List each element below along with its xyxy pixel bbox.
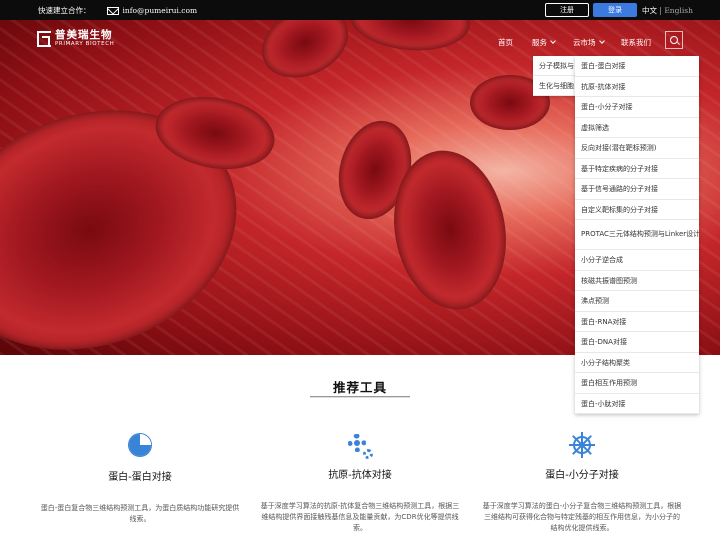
nav-contact[interactable]: 联系我们 bbox=[621, 37, 651, 48]
lang-cn-link[interactable]: 中文 bbox=[642, 6, 657, 15]
dropdown-item[interactable]: 抗原-抗体对接 bbox=[575, 77, 699, 97]
dropdown-item[interactable]: 基于信号通路的分子对接 bbox=[575, 179, 699, 200]
nav-services[interactable]: 服务 bbox=[532, 37, 556, 48]
tool-card-desc: 基于深度学习算法的蛋白-小分子复合物三维结构预测工具，根据三维结构可获得化合物与… bbox=[482, 502, 682, 532]
dropdown-item[interactable]: 蛋白-蛋白对接 bbox=[575, 56, 699, 77]
dropdown-item[interactable]: 基于特定疾病的分子对接 bbox=[575, 159, 699, 179]
tool-card[interactable]: 抗原-抗体对接 基于深度学习算法的抗原-抗体复合物三维结构预测工具，根据三维结构… bbox=[255, 432, 465, 534]
tool-card-desc: 蛋白-蛋白复合物三维结构预测工具，为蛋白质结构功能研究提供线索。 bbox=[40, 504, 240, 523]
dropdown-item[interactable]: 自定义靶标集的分子对接 bbox=[575, 200, 699, 220]
tool-card-title: 蛋白-小分子对接 bbox=[545, 470, 619, 481]
chevron-down-icon bbox=[550, 38, 556, 44]
lang-en-link[interactable]: English bbox=[664, 6, 693, 15]
dropdown-item[interactable]: 小分子结构聚类 bbox=[575, 353, 699, 373]
logo-name-en: PRIMARY BIOTECH bbox=[55, 41, 115, 47]
language-switch: 中文 | English bbox=[642, 5, 693, 16]
pie-chart-icon bbox=[126, 434, 154, 462]
tool-card-title: 抗原-抗体对接 bbox=[328, 470, 392, 481]
tool-card[interactable]: 蛋白-蛋白对接 蛋白-蛋白复合物三维结构预测工具，为蛋白质结构功能研究提供线索。 bbox=[35, 432, 245, 525]
nav-home[interactable]: 首页 bbox=[498, 37, 513, 48]
top-bar: 快速建立合作： info@pumeirui.com 注册 登录 中文 | Eng… bbox=[0, 0, 720, 20]
lang-separator: | bbox=[659, 6, 662, 15]
contact-email[interactable]: info@pumeirui.com bbox=[123, 6, 198, 15]
dropdown-item[interactable]: PROTAC三元体结构预测与Linker设计 bbox=[575, 220, 699, 250]
services-category-menu: 分子模拟与 生化与细胞 bbox=[533, 56, 575, 96]
category-item[interactable]: 生化与细胞 bbox=[533, 76, 575, 96]
dropdown-item[interactable]: 蛋白-DNA对接 bbox=[575, 332, 699, 353]
tool-card[interactable]: 蛋白-小分子对接 基于深度学习算法的蛋白-小分子复合物三维结构预测工具，根据三维… bbox=[477, 432, 687, 534]
search-icon[interactable] bbox=[665, 31, 683, 49]
logo-text: 普美瑞生物 PRIMARY BIOTECH bbox=[55, 30, 114, 48]
brand-logo[interactable]: 普美瑞生物 PRIMARY BIOTECH bbox=[37, 30, 114, 48]
register-button[interactable]: 注册 bbox=[545, 3, 589, 17]
dropdown-item[interactable]: 核磁共振谱图预测 bbox=[575, 271, 699, 291]
chevron-down-icon bbox=[598, 38, 605, 44]
nav-market[interactable]: 云市场 bbox=[573, 37, 605, 48]
services-dropdown: 蛋白-蛋白对接 抗原-抗体对接 蛋白-小分子对接 虚拟筛选 反向对接(潜在靶标预… bbox=[575, 56, 699, 414]
dropdown-item[interactable]: 小分子逆合成 bbox=[575, 250, 699, 271]
category-item[interactable]: 分子模拟与 bbox=[533, 56, 575, 76]
login-button[interactable]: 登录 bbox=[593, 3, 637, 17]
nav-services-label: 服务 bbox=[532, 38, 547, 47]
dropdown-item[interactable]: 沸点预测 bbox=[575, 291, 699, 312]
contact-info: 快速建立合作： info@pumeirui.com bbox=[38, 5, 197, 16]
tool-card-desc: 基于深度学习算法的抗原-抗体复合物三维结构预测工具，根据三维结构提供界面接触残基… bbox=[260, 502, 460, 532]
dropdown-item[interactable]: 反向对接(潜在靶标预测) bbox=[575, 138, 699, 159]
ship-wheel-icon bbox=[568, 432, 596, 460]
logo-mark-icon bbox=[37, 31, 51, 47]
nav-market-label: 云市场 bbox=[573, 38, 596, 47]
dropdown-item[interactable]: 蛋白-小分子对接 bbox=[575, 97, 699, 118]
gear-icon bbox=[346, 432, 374, 460]
dropdown-item[interactable]: 虚拟筛选 bbox=[575, 118, 699, 138]
section-title-underline bbox=[310, 396, 410, 398]
section-title: 推荐工具 bbox=[332, 380, 387, 395]
contact-label: 快速建立合作： bbox=[38, 6, 91, 15]
dropdown-item[interactable]: 蛋白-小肽对接 bbox=[575, 394, 699, 414]
tool-card-title: 蛋白-蛋白对接 bbox=[108, 472, 172, 483]
mail-icon bbox=[106, 6, 119, 15]
logo-name-cn: 普美瑞生物 bbox=[55, 29, 113, 41]
dropdown-item[interactable]: 蛋白-RNA对接 bbox=[575, 312, 699, 332]
